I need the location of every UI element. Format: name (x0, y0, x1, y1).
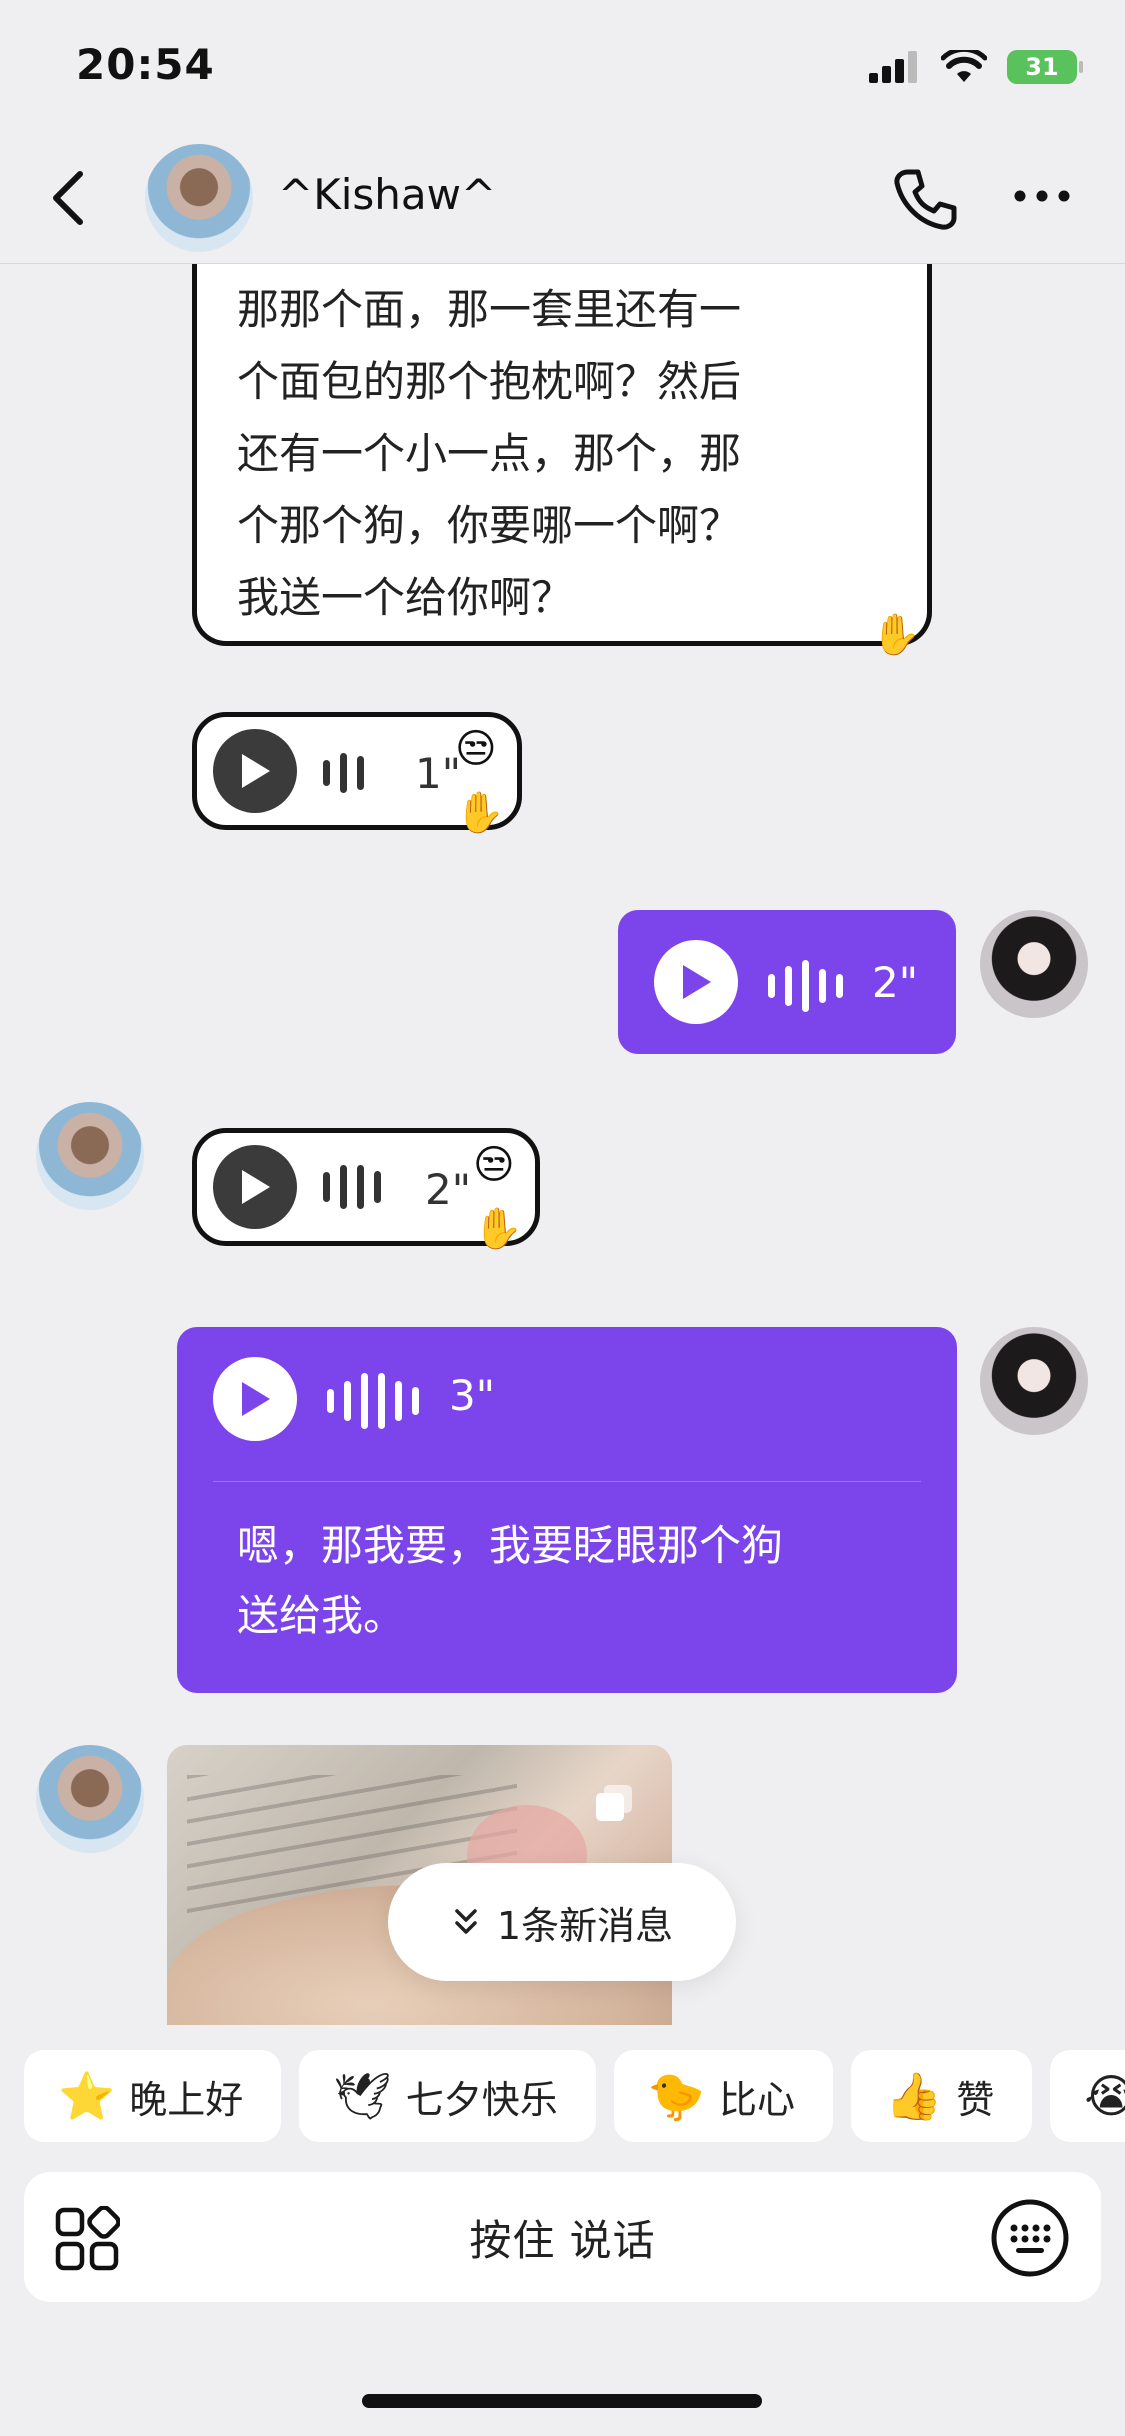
message-line: 个面包的那个抱枕啊？然后 (237, 357, 742, 406)
hand-sticker-icon: ✋ (871, 612, 921, 658)
play-icon[interactable] (213, 729, 297, 813)
self-avatar[interactable] (980, 910, 1088, 1018)
transcript-line: 送给我。 (237, 1591, 406, 1640)
cellular-signal-icon (869, 51, 917, 83)
sent-voice-bubble[interactable]: 2" (618, 910, 956, 1054)
contact-avatar[interactable] (36, 1745, 144, 1853)
voice-wave-icon (768, 960, 843, 1012)
sent-voice-bubble-with-transcript[interactable]: 3" 嗯，那我要，我要眨眼那个狗 送给我。 (177, 1327, 957, 1693)
chip-label: 七夕快乐 (405, 2077, 558, 2122)
star-icon: ⭐ (58, 2069, 116, 2123)
chat-header: ^Kishaw^ (0, 128, 1125, 264)
more-options-icon[interactable] (1012, 176, 1072, 216)
voice-wave-icon (327, 1373, 419, 1429)
received-voice-bubble[interactable]: 2" 😒 ✋ (192, 1128, 540, 1252)
voice-transcript: 嗯，那我要，我要眨眼那个狗 送给我。 (237, 1511, 783, 1651)
play-icon[interactable] (654, 940, 738, 1024)
chip-label: 晚上好 (129, 2077, 244, 2122)
new-messages-button[interactable]: 1条新消息 (388, 1863, 736, 1981)
play-icon[interactable] (213, 1145, 297, 1229)
message-line: 个那个狗，你要哪一个啊？ (237, 501, 742, 550)
voice-duration: 2" (872, 958, 919, 1007)
voice-duration: 3" (449, 1371, 496, 1420)
multiple-images-icon (596, 1785, 632, 1821)
contact-name[interactable]: ^Kishaw^ (278, 170, 496, 219)
message-text: 那那个面，那一套里还有一 个面包的那个抱枕啊？然后 还有一个小一点，那个，那 个… (237, 274, 741, 634)
back-arrow-icon[interactable] (44, 168, 94, 228)
contact-avatar[interactable] (36, 1102, 144, 1210)
double-chevron-down-icon (455, 1909, 477, 1934)
contact-avatar[interactable] (145, 144, 253, 252)
transcript-line: 嗯，那我要，我要眨眼那个狗 (237, 1521, 784, 1570)
hold-to-talk-button[interactable]: 按住 说话 (24, 2172, 1101, 2302)
more-panel-icon[interactable] (54, 2206, 120, 2272)
quick-phrase-heart-hands[interactable]: 🐤 比心 (613, 2050, 834, 2142)
message-line: 我送一个给你啊？ (237, 573, 574, 622)
status-icons: 31 (869, 50, 1083, 84)
voice-wave-icon (323, 1165, 381, 1209)
battery-indicator: 31 (1007, 50, 1083, 84)
phone-icon[interactable] (890, 164, 960, 234)
chip-label: 赞 (956, 2077, 995, 2122)
quick-phrase-qixi[interactable]: 🕊 七夕快乐 (299, 2050, 596, 2142)
voice-duration: 2" (425, 1165, 472, 1214)
hand-sticker-icon: ✋ (473, 1206, 523, 1252)
message-line: 那那个面，那一套里还有一 (237, 285, 742, 334)
crying-face-icon: 😭 (1084, 2069, 1125, 2123)
received-voice-bubble[interactable]: 1" 😒 ✋ (192, 712, 522, 836)
thumbs-up-icon: 👍 (885, 2069, 943, 2123)
self-avatar[interactable] (980, 1327, 1088, 1435)
status-time: 20:54 (76, 40, 215, 89)
magpie-icon: 🕊 (333, 2069, 392, 2123)
chick-heart-icon: 🐤 (647, 2069, 705, 2123)
transcript-divider (213, 1481, 921, 1482)
home-indicator[interactable] (362, 2394, 762, 2408)
hand-sticker-icon: ✋ (455, 790, 505, 836)
grumpy-face-icon: 😒 (473, 1142, 515, 1188)
battery-level: 31 (1025, 53, 1059, 81)
received-text-bubble[interactable]: 那那个面，那一套里还有一 个面包的那个抱枕啊？然后 还有一个小一点，那个，那 个… (192, 264, 932, 655)
quick-phrase-crying[interactable]: 😭 (1050, 2050, 1125, 2142)
voice-wave-icon (323, 753, 364, 793)
play-icon[interactable] (213, 1357, 297, 1441)
message-line: 还有一个小一点，那个，那 (237, 429, 742, 478)
new-messages-label: 1条新消息 (496, 1903, 674, 1948)
grumpy-face-icon: 😒 (455, 726, 497, 772)
quick-phrase-bar: ⭐ 晚上好 🕊 七夕快乐 🐤 比心 👍 赞 😭 (0, 2050, 1125, 2144)
keyboard-icon[interactable] (990, 2198, 1070, 2278)
quick-phrase-like[interactable]: 👍 赞 (851, 2050, 1033, 2142)
input-bar: 按住 说话 (24, 2172, 1101, 2302)
chip-label: 比心 (719, 2077, 796, 2122)
wifi-icon (941, 50, 987, 82)
quick-phrase-good-evening[interactable]: ⭐ 晚上好 (24, 2050, 282, 2142)
